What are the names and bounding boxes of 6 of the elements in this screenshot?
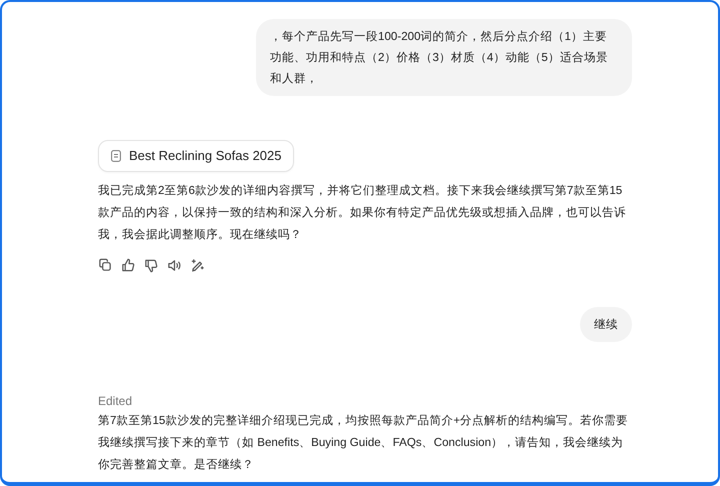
edited-label: Edited [98,392,134,410]
document-chip[interactable]: Best Reclining Sofas 2025 [98,140,294,172]
user-message: ，每个产品先写一段100-200词的简介，然后分点介绍（1）主要功能、功用和特点（2）价格（3）材质（4）动能（5）适合场景和人群， [256,19,632,96]
assistant-message: 第7款至第15款沙发的完整详细介绍现已完成，均按照每款产品简介+分点解析的结构编写。若你需要我继续撰写接下来的章节（如 Benefits、Buying Guide、FAQs、Conclusion），请告知，我会继续为你完善整篇文章。是否继续？ [98,412,630,472]
user-message: 继续 [580,306,632,342]
assistant-message: 我已完成第2至第6款沙发的详细内容撰写，并将它们整理成文档。接下来我会继续撰写第7款至第15款产品的内容，以保持一致的结构和深入分析。如果你有特定产品优先级或想插入品牌，也可以告诉我，我会据此调整顺序。现在继续吗？ [98,182,627,242]
